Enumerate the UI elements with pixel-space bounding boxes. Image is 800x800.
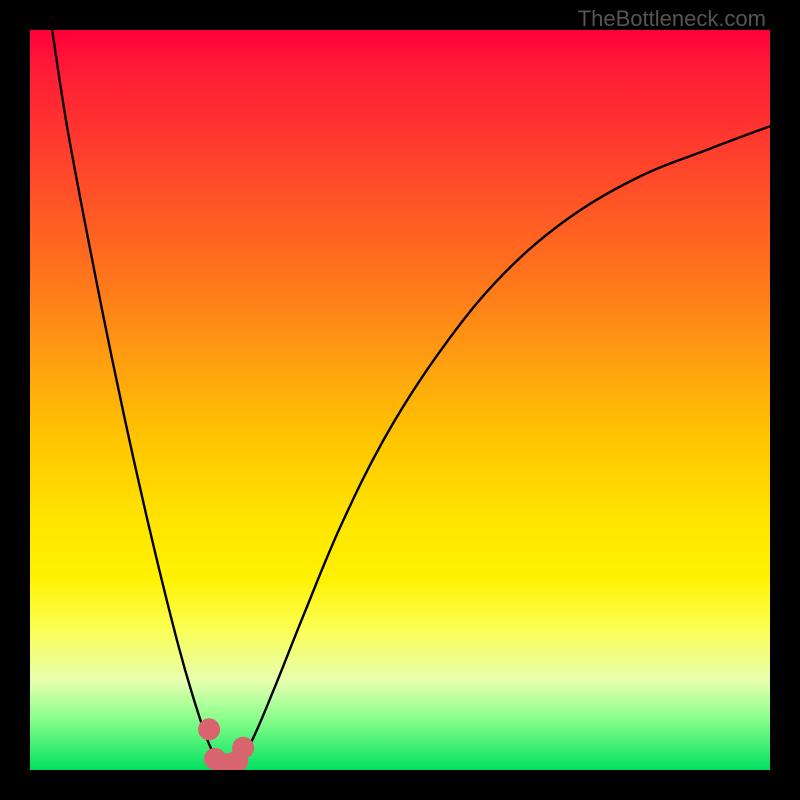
- marker-group: [198, 718, 254, 770]
- data-marker: [232, 737, 254, 759]
- chart-svg: [30, 30, 770, 770]
- curve-left: [52, 30, 219, 763]
- data-marker: [198, 718, 220, 740]
- chart-frame: TheBottleneck.com: [0, 0, 800, 800]
- curve-right: [237, 126, 770, 762]
- attribution-text: TheBottleneck.com: [578, 6, 766, 32]
- plot-area: [30, 30, 770, 770]
